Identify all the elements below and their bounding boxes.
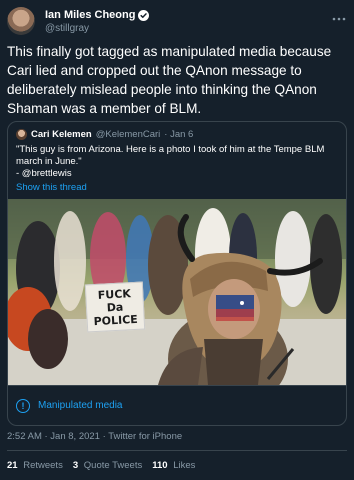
quoted-tweet-body: "This guy is from Arizona. Here is a pho… <box>16 144 328 167</box>
retweets-count: 21 <box>7 460 18 471</box>
sign-line-3: POLICE <box>93 312 139 328</box>
quoted-author-avatar <box>16 129 27 140</box>
likes-count: 110 <box>152 460 168 471</box>
quoted-tweet-photo[interactable]: FUCK Da POLICE <box>8 199 346 385</box>
info-icon: ! <box>16 398 30 413</box>
author-avatar[interactable] <box>7 7 35 35</box>
author-name-row[interactable]: Ian Miles Cheong <box>45 9 150 21</box>
author-handle[interactable]: @stillgray <box>45 23 89 34</box>
quoted-tweet-credit: - @brettlewis <box>16 168 72 179</box>
author-name[interactable]: Ian Miles Cheong <box>45 9 135 21</box>
quotes-count: 3 <box>72 460 79 471</box>
quotes-label: Quote Tweets <box>83 460 143 471</box>
divider <box>7 450 347 451</box>
manipulated-media-label[interactable]: Manipulated media <box>38 400 123 411</box>
quoted-tweet-header: Cari Kelemen @KelemenCari · Jan 6 <box>16 129 193 140</box>
quoted-author-name: Cari Kelemen <box>31 129 92 140</box>
likes-label: Likes <box>173 460 196 471</box>
quote-tweets-stat[interactable]: 3 Quote Tweets <box>73 460 142 471</box>
retweets-label: Retweets <box>23 460 63 471</box>
tweet-header: Ian Miles Cheong @stillgray <box>7 7 347 37</box>
quoted-tweet-date: · Jan 6 <box>164 129 194 140</box>
more-options-icon[interactable] <box>331 11 347 21</box>
likes-stat[interactable]: 110 Likes <box>152 460 195 471</box>
sign-line-2: Da <box>106 300 124 314</box>
verified-badge-icon <box>138 9 150 21</box>
quoted-tweet-text: "This guy is from Arizona. Here is a pho… <box>16 144 340 180</box>
quoted-tweet[interactable]: Cari Kelemen @KelemenCari · Jan 6 "This … <box>7 121 347 426</box>
quoted-author-handle: @KelemenCari <box>95 129 161 140</box>
sign-line-1: FUCK <box>97 286 132 302</box>
photo-scene <box>8 199 346 385</box>
protest-sign: FUCK Da POLICE <box>84 281 146 333</box>
tweet-timestamp[interactable]: 2:52 AM · Jan 8, 2021 · Twitter for iPho… <box>7 431 182 442</box>
show-thread-link[interactable]: Show this thread <box>16 182 87 193</box>
retweets-stat[interactable]: 21 Retweets <box>7 460 63 471</box>
tweet-stats: 21 Retweets 3 Quote Tweets 110 Likes <box>7 460 195 471</box>
tweet-text: This finally got tagged as manipulated m… <box>7 44 332 116</box>
manipulated-media-notice[interactable]: ! Manipulated media <box>8 385 346 425</box>
